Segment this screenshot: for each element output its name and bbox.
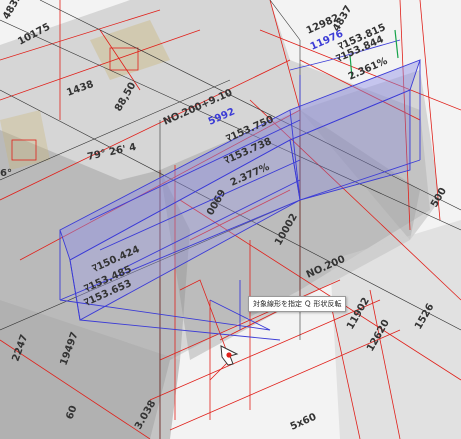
command-tooltip: 対象線形を指定 Ｑ 形状反転: [248, 296, 347, 312]
dim-label: 4832: [1, 0, 24, 22]
dim-label: 5x60: [289, 412, 318, 433]
pick-cursor-icon: [220, 345, 239, 366]
cad-3d-viewport[interactable]: 4832 10175 1438 88,50 NO.200+9.10 5992 7…: [0, 0, 461, 439]
dim-label: 6°: [0, 168, 12, 179]
cad-scene[interactable]: 4832 10175 1438 88,50 NO.200+9.10 5992 7…: [0, 0, 461, 439]
